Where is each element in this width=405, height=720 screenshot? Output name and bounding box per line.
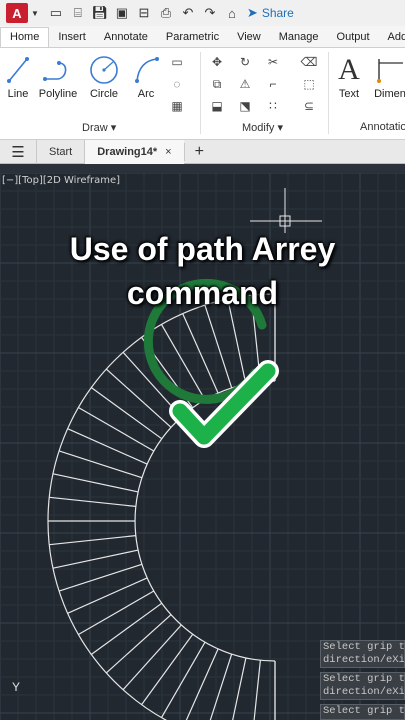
command-history-entry: Select grip t: [320, 704, 405, 720]
tab-home[interactable]: Home: [0, 27, 50, 47]
dimension-tool[interactable]: Dimen: [370, 52, 405, 100]
menu-icon[interactable]: ☰: [0, 143, 36, 161]
publish-icon[interactable]: ⊟: [133, 3, 155, 23]
stair-tread[interactable]: [67, 428, 148, 465]
line-icon: [5, 52, 31, 88]
print-icon[interactable]: ⎙: [155, 3, 177, 23]
ribbon-tabs: Home Insert Annotate Parametric View Man…: [0, 26, 405, 48]
tab-insert[interactable]: Insert: [49, 31, 95, 47]
trim-icon[interactable]: ✂: [264, 54, 282, 70]
command-text: direction/eXi: [323, 654, 405, 666]
overlay-caption-line2: command: [126, 275, 279, 311]
new-tab-button[interactable]: +: [183, 142, 214, 161]
modify-panel-label[interactable]: Modify ▾: [242, 121, 283, 134]
mirror-icon[interactable]: ⚠︎: [236, 76, 254, 92]
stretch-icon[interactable]: ⬓: [208, 98, 226, 114]
undo-icon[interactable]: ↶: [177, 3, 199, 23]
stair-tread[interactable]: [52, 549, 139, 569]
tab-add[interactable]: Add: [379, 31, 405, 47]
stair-tread[interactable]: [49, 535, 136, 546]
share-label: Share: [261, 6, 294, 20]
tab-annotate[interactable]: Annotate: [95, 31, 157, 47]
array-icon[interactable]: ∷: [264, 98, 282, 114]
dimension-icon: [373, 52, 405, 88]
offset-icon[interactable]: ⊆: [300, 98, 318, 114]
new-icon[interactable]: ▭: [45, 3, 67, 23]
rotate-icon[interactable]: ↻: [236, 54, 254, 70]
fillet-icon[interactable]: ⌐: [264, 76, 282, 92]
command-text: Select grip t: [323, 673, 405, 685]
save-icon[interactable]: 💾︎: [89, 3, 111, 23]
redo-icon[interactable]: ↷: [199, 3, 221, 23]
application-menu-button[interactable]: A: [6, 3, 28, 23]
polyline-icon: [41, 52, 75, 88]
command-history-entry: Select grip t direction/eXi: [320, 672, 405, 700]
stair-tread[interactable]: [183, 648, 219, 720]
stair-tread[interactable]: [205, 653, 233, 720]
tab-manage[interactable]: Manage: [270, 31, 328, 47]
text-icon: A: [338, 53, 360, 86]
command-text: Select grip t: [323, 705, 405, 717]
copy-icon[interactable]: ⧉: [208, 76, 226, 92]
stair-tread[interactable]: [204, 304, 233, 389]
chevron-down-icon[interactable]: ▼: [31, 9, 39, 18]
stair-tread[interactable]: [122, 624, 182, 691]
file-tabs: ☰ Start Drawing14* × +: [0, 139, 405, 164]
arc-label: Arc: [137, 88, 155, 100]
scale-icon[interactable]: ⬔: [236, 98, 254, 114]
tab-parametric[interactable]: Parametric: [157, 31, 228, 47]
overlay-caption-line1: Use of path Arrey: [69, 231, 336, 267]
arc-tool[interactable]: Arc: [133, 52, 159, 100]
dimension-label: Dimen: [374, 88, 405, 100]
arc-icon: [133, 52, 159, 88]
ribbon-panel: Line Polyline Circle Arc ▭ ◌ ▦ Draw ▾ ✥ …: [0, 48, 405, 140]
command-text: Select grip t: [323, 641, 405, 653]
explode-icon[interactable]: ⬚: [300, 76, 318, 92]
viewport-controls[interactable]: [−][Top][2D Wireframe]: [2, 175, 120, 186]
rectangle-icon[interactable]: ▭: [168, 54, 186, 70]
quick-access-toolbar: A ▼ ▭ ⌸ 💾︎ ▣ ⊟ ⎙ ↶ ↷ ⌂ ➤ Share: [0, 0, 405, 26]
stair-tread[interactable]: [251, 660, 261, 720]
panel-divider: [328, 52, 329, 134]
draw-panel-label[interactable]: Draw ▾: [82, 121, 116, 134]
stair-tread[interactable]: [91, 602, 163, 655]
circle-tool[interactable]: Circle: [88, 52, 120, 100]
workspace-icon[interactable]: ⌂: [221, 3, 243, 23]
annotation-panel-label[interactable]: Annotatio: [360, 121, 405, 133]
tab-drawing14[interactable]: Drawing14* ×: [84, 139, 184, 164]
stair-tread[interactable]: [141, 633, 194, 705]
line-label: Line: [7, 88, 29, 100]
canvas-header-strip: [0, 164, 405, 173]
ucs-y-axis-label: Y: [12, 680, 21, 694]
stair-tread[interactable]: [52, 473, 139, 493]
stair-tread[interactable]: [228, 657, 247, 720]
ellipse-icon[interactable]: ◌: [168, 76, 186, 92]
tab-view[interactable]: View: [228, 31, 270, 47]
share-icon: ➤: [246, 5, 258, 20]
hatch-icon[interactable]: ▦: [168, 98, 186, 114]
text-label: Text: [338, 88, 360, 100]
circle-icon: [89, 52, 119, 88]
command-history-entry: Select grip t direction/eXi: [320, 640, 405, 668]
tab-start[interactable]: Start: [36, 139, 84, 164]
erase-icon[interactable]: ⌫: [300, 54, 318, 70]
open-icon[interactable]: ⌸: [67, 3, 89, 23]
saveas-icon[interactable]: ▣: [111, 3, 133, 23]
drawing-tab-label: Drawing14*: [97, 145, 158, 158]
polyline-label: Polyline: [38, 88, 78, 100]
tab-output[interactable]: Output: [328, 31, 379, 47]
stair-tread[interactable]: [67, 577, 148, 614]
drawing-canvas[interactable]: [−][Top][2D Wireframe] Use of path Arrey…: [0, 173, 405, 720]
panel-divider: [200, 52, 201, 134]
move-icon[interactable]: ✥: [208, 54, 226, 70]
polyline-tool[interactable]: Polyline: [37, 52, 79, 100]
share-button[interactable]: ➤ Share: [247, 5, 294, 21]
circle-label: Circle: [89, 88, 119, 100]
stair-tread[interactable]: [49, 496, 136, 507]
command-text: direction/eXi: [323, 686, 405, 698]
text-tool[interactable]: A Text: [334, 52, 364, 100]
close-icon[interactable]: ×: [165, 146, 171, 158]
line-tool[interactable]: Line: [4, 52, 32, 100]
stair-tread[interactable]: [91, 387, 163, 440]
